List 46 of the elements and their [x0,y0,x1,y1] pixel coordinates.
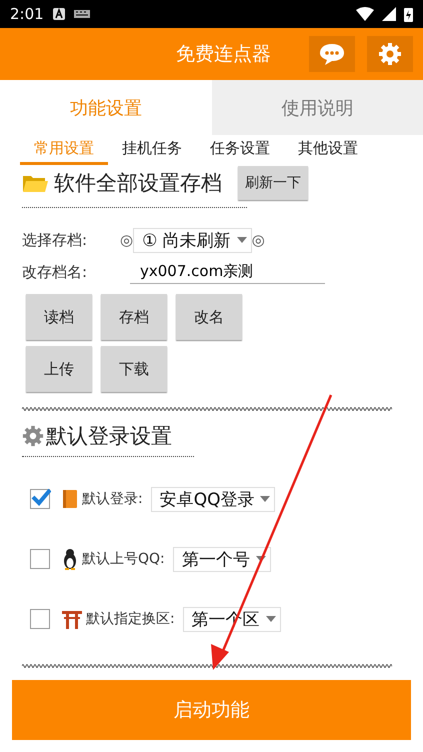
action-button[interactable]: 存档 [101,294,167,340]
option-dropdown[interactable]: 安卓QQ登录 [150,486,276,512]
folder-icon [22,173,48,193]
status-time: 2:01 [10,5,44,23]
action-button[interactable]: 下载 [101,346,167,392]
action-button[interactable]: 改名 [176,294,242,340]
caret-icon [260,496,270,502]
circle-icon: ◎ [252,231,265,249]
settings-icon [378,42,402,66]
signal-icon [382,7,396,21]
wifi-icon [356,7,374,21]
circle-icon: ◎ [120,231,134,249]
checkbox[interactable] [30,549,50,569]
refresh-button[interactable]: 刷新一下 [238,166,308,200]
penguin-icon [62,548,78,570]
checkbox[interactable] [30,609,50,629]
battery-icon [404,6,413,22]
option-dropdown[interactable]: 第一个号 [172,546,271,572]
chat-button[interactable] [309,36,355,72]
caret-icon [266,616,276,622]
settings-button[interactable] [367,36,413,72]
action-button[interactable]: 上传 [26,346,92,392]
select-label: 选择存档: [22,230,88,250]
keyboard-icon [74,10,90,18]
name-input-field[interactable]: yx007.com亲测 [130,260,325,284]
app-title: 免费连点器 [175,42,272,67]
archive-dropdown[interactable]: ① 尚未刷新 [133,228,252,252]
checkbox[interactable] [30,489,50,509]
section-title: 软件全部设置存档 [54,170,222,197]
sub-tab[interactable]: 挂机任务 [116,135,188,165]
keyboard-indicator-icon [52,7,66,21]
gate-icon [62,609,82,629]
gear-icon [22,425,44,447]
book-icon [62,489,78,509]
option-label: 默认指定换区: [86,610,175,628]
option-label: 默认上号QQ: [82,550,165,568]
caret-icon [256,556,266,562]
action-button[interactable]: 读档 [26,294,92,340]
sub-tab[interactable]: 其他设置 [292,135,364,165]
sub-tab[interactable]: 任务设置 [204,135,276,165]
tab[interactable]: 使用说明 [212,80,423,135]
caret-icon [236,237,247,243]
option-label: 默认登录: [82,490,143,508]
rename-label: 改存档名: [22,262,88,282]
chat-bubble-icon [319,42,345,66]
section-title: 默认登录设置 [46,423,172,450]
